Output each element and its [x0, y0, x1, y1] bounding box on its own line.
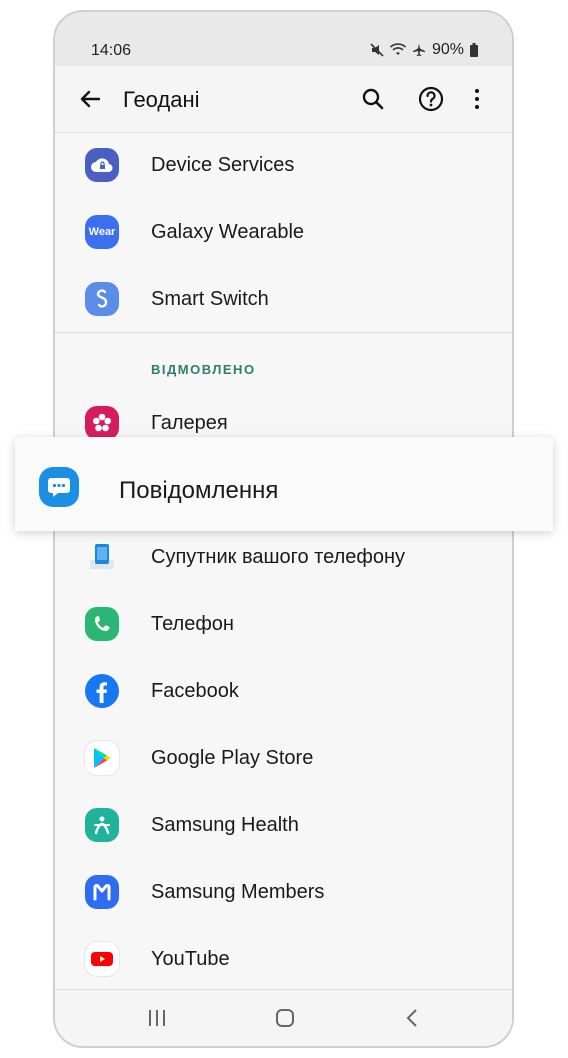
list-item-label: Супутник вашого телефону: [151, 546, 405, 568]
wear-icon: Wear: [85, 215, 119, 249]
cloud-lock-icon: [85, 148, 119, 182]
list-item-facebook[interactable]: Facebook: [55, 658, 512, 725]
gallery-flower-icon: [85, 406, 119, 440]
smart-switch-icon: [85, 282, 119, 316]
list-item-label: Галерея: [151, 412, 228, 434]
recent-apps-icon[interactable]: [145, 1006, 169, 1030]
navigation-bar: [55, 989, 512, 1046]
status-bar: 14:06 90%: [55, 12, 512, 66]
airplane-icon: [412, 43, 425, 57]
youtube-icon: [85, 942, 119, 976]
list-item-label: Телефон: [151, 613, 234, 635]
list-item-galaxy-wearable[interactable]: Wear Galaxy Wearable: [55, 199, 512, 266]
list-item-youtube[interactable]: YouTube: [55, 926, 512, 993]
list-item-smart-switch[interactable]: Smart Switch: [55, 266, 512, 333]
battery-icon: [470, 43, 478, 57]
phone-icon: [85, 607, 119, 641]
battery-percent: 90%: [431, 41, 464, 58]
list-item-your-phone[interactable]: Супутник вашого телефону: [55, 524, 512, 591]
app-bar: Геодані: [55, 66, 512, 133]
list-item-samsung-members[interactable]: Samsung Members: [55, 859, 512, 926]
search-icon[interactable]: [358, 84, 388, 114]
list-item-label: Device Services: [151, 154, 295, 176]
list-item-google-play-store[interactable]: Google Play Store: [55, 725, 512, 792]
status-icons: 90%: [370, 41, 478, 59]
wifi-icon: [389, 43, 406, 55]
home-icon[interactable]: [273, 1006, 297, 1030]
list-item-messages-highlighted[interactable]: Повідомлення: [15, 437, 553, 531]
list-item-label: Facebook: [151, 680, 239, 702]
play-store-icon: [85, 741, 119, 775]
list-item-label: Google Play Store: [151, 747, 314, 769]
facebook-icon: [85, 674, 119, 708]
list-item-device-services[interactable]: Device Services: [55, 132, 512, 199]
list-item-label: Samsung Members: [151, 881, 325, 903]
status-time: 14:06: [91, 42, 132, 59]
list-item-label: Galaxy Wearable: [151, 221, 305, 243]
list-item-label: Samsung Health: [151, 814, 299, 836]
samsung-health-icon: [85, 808, 119, 842]
page-title: Геодані: [123, 87, 200, 112]
section-divider: [55, 332, 512, 333]
back-arrow-icon[interactable]: [75, 84, 105, 114]
mute-icon: [370, 43, 384, 57]
list-item-label: Smart Switch: [151, 288, 269, 310]
more-options-icon[interactable]: [462, 84, 492, 114]
samsung-members-icon: [85, 875, 119, 909]
section-header-denied: ВІДМОВЛЕНО: [151, 362, 256, 377]
your-phone-icon: [85, 540, 119, 574]
list-item-phone[interactable]: Телефон: [55, 591, 512, 658]
help-icon[interactable]: [416, 84, 446, 114]
list-item-label: Повідомлення: [119, 477, 279, 504]
list-item-samsung-health[interactable]: Samsung Health: [55, 792, 512, 859]
messages-icon: [39, 467, 79, 507]
back-icon[interactable]: [401, 1006, 425, 1030]
list-item-label: YouTube: [151, 948, 230, 970]
